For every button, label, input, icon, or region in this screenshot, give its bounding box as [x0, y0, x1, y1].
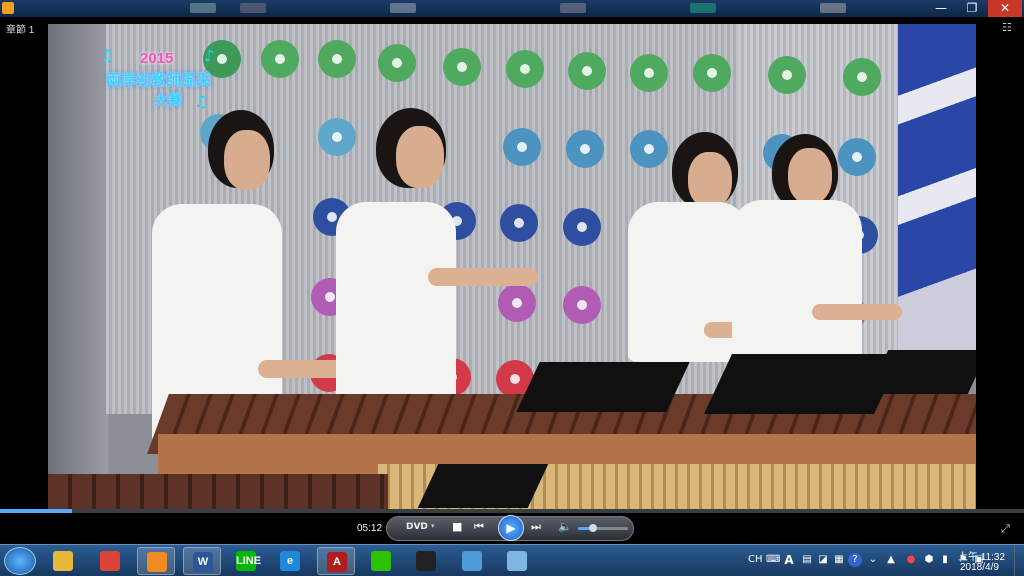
- playlist-icon[interactable]: ☷: [1002, 21, 1012, 34]
- taskbar-media-player[interactable]: [137, 547, 175, 575]
- stage-disc: [563, 286, 601, 324]
- volume-knob[interactable]: [589, 524, 597, 532]
- line-icon: LINE: [236, 551, 261, 571]
- start-button[interactable]: [4, 547, 36, 575]
- thumbnail: [820, 3, 846, 13]
- stage-disc: [261, 40, 299, 78]
- previous-icon[interactable]: ⏮: [474, 520, 484, 534]
- ime-tool-icon[interactable]: ◪: [816, 553, 830, 567]
- play-icon[interactable]: ▶: [498, 515, 524, 541]
- stop-icon[interactable]: ■: [452, 520, 462, 533]
- network-icon[interactable]: ▮: [938, 553, 952, 567]
- stage-disc: [566, 130, 604, 168]
- ime-pad-icon[interactable]: ▤: [800, 553, 814, 567]
- music-stand: [516, 362, 690, 412]
- clock-time[interactable]: 上午 11:32: [958, 548, 1005, 563]
- thumbnail: [390, 3, 416, 13]
- video-frame[interactable]: ♫ ♪ 2015 兩岸幼教師風采 大賽 ♫: [48, 24, 976, 512]
- taskbar: W LINE e A CH ⌨ A ▤ ◪ ▦ ? ⌄ ▲ ● ⬢ ▮ ⚑ ▣ 上午 …: [0, 544, 1024, 576]
- taskbar-line[interactable]: LINE: [227, 547, 265, 575]
- logo-subtitle: 大賽: [154, 93, 182, 109]
- player-controls: 05:12 DVD ▾ ■ ⏮ ▶ ⏭ 🔈 ⤢: [0, 513, 1024, 544]
- safety-icon[interactable]: ⬢: [922, 553, 936, 567]
- taskbar-qq[interactable]: [407, 547, 445, 575]
- stage-disc: [503, 128, 541, 166]
- stage-disc: [693, 54, 731, 92]
- current-time: 05:12: [357, 523, 383, 534]
- volume-slider[interactable]: [578, 524, 628, 532]
- taskbar-explorer[interactable]: [44, 547, 82, 575]
- help-icon[interactable]: ?: [848, 553, 862, 567]
- language-indicator[interactable]: CH: [748, 553, 763, 567]
- close-icon[interactable]: ✕: [988, 0, 1022, 17]
- stage-disc: [630, 54, 668, 92]
- options-icon[interactable]: ⌄: [866, 553, 880, 567]
- stage-disc: [318, 118, 356, 156]
- keyboard-icon[interactable]: ⌨: [766, 553, 780, 567]
- music-stand: [867, 350, 976, 394]
- taskbar-word[interactable]: W: [183, 547, 221, 575]
- taskbar-paint[interactable]: [498, 547, 536, 575]
- taskbar-chrome[interactable]: [91, 547, 129, 575]
- title-bar: — ❐ ✕: [0, 0, 1024, 17]
- taskbar-wechat[interactable]: [362, 547, 400, 575]
- word-icon: W: [193, 552, 213, 572]
- thumbnail: [690, 3, 716, 13]
- stage-disc: [563, 208, 601, 246]
- expand-tray-icon[interactable]: ▲: [884, 553, 898, 567]
- chapter-label[interactable]: 章節 1: [6, 21, 34, 36]
- marimba-bars: [48, 474, 388, 512]
- stage-stripes: [898, 24, 976, 354]
- restore-icon[interactable]: ❐: [957, 0, 987, 17]
- stage-disc: [378, 44, 416, 82]
- music-stand: [417, 464, 549, 508]
- music-note-icon: ♫: [194, 92, 209, 111]
- taskbar-photo-viewer[interactable]: [453, 547, 491, 575]
- stage-disc: [838, 138, 876, 176]
- music-note-icon: ♪: [204, 46, 215, 65]
- show-desktop-button[interactable]: [1014, 545, 1024, 576]
- stage-disc: [443, 48, 481, 86]
- next-icon[interactable]: ⏭: [531, 520, 541, 534]
- stage-disc: [768, 56, 806, 94]
- logo-title: 兩岸幼教師風采: [106, 71, 212, 89]
- chevron-down-icon[interactable]: ▾: [431, 522, 435, 530]
- clock-date[interactable]: 2018/4/9: [960, 562, 999, 573]
- ime-options-icon[interactable]: ▦: [832, 553, 846, 567]
- wechat-icon: [371, 551, 391, 571]
- stage-disc: [506, 50, 544, 88]
- stage-disc: [843, 58, 881, 96]
- stage-disc: [498, 284, 536, 322]
- stage-side-panel: [48, 24, 108, 512]
- ie-icon: e: [280, 551, 300, 571]
- ime-indicator[interactable]: A: [782, 553, 796, 567]
- qq-icon: [416, 551, 436, 571]
- fullscreen-icon[interactable]: ⤢: [1001, 522, 1010, 536]
- media-player-icon: [147, 552, 167, 572]
- taskbar-acrobat[interactable]: A: [317, 547, 355, 575]
- thumbnail: [240, 3, 266, 13]
- qq-tray-icon[interactable]: ●: [904, 553, 918, 567]
- stage-disc: [568, 52, 606, 90]
- app-icon: [2, 2, 14, 14]
- thumbnail: [190, 3, 216, 13]
- thumbnail: [560, 3, 586, 13]
- stage-disc: [318, 40, 356, 78]
- acrobat-icon: A: [327, 552, 347, 572]
- volume-icon[interactable]: 🔈: [558, 520, 572, 533]
- disc-menu-button[interactable]: DVD: [406, 522, 428, 532]
- paint-icon: [507, 551, 527, 571]
- stage-disc: [500, 204, 538, 242]
- broadcast-logo: ♫ ♪ 2015 兩岸幼教師風采 大賽 ♫: [100, 46, 230, 116]
- taskbar-ie[interactable]: e: [271, 547, 309, 575]
- photo-viewer-icon: [462, 551, 482, 571]
- music-note-icon: ♫: [100, 46, 115, 65]
- minimize-icon[interactable]: —: [926, 0, 956, 17]
- logo-year: 2015: [140, 50, 174, 67]
- explorer-icon: [53, 551, 73, 571]
- chrome-icon: [100, 551, 120, 571]
- stage-disc: [630, 130, 668, 168]
